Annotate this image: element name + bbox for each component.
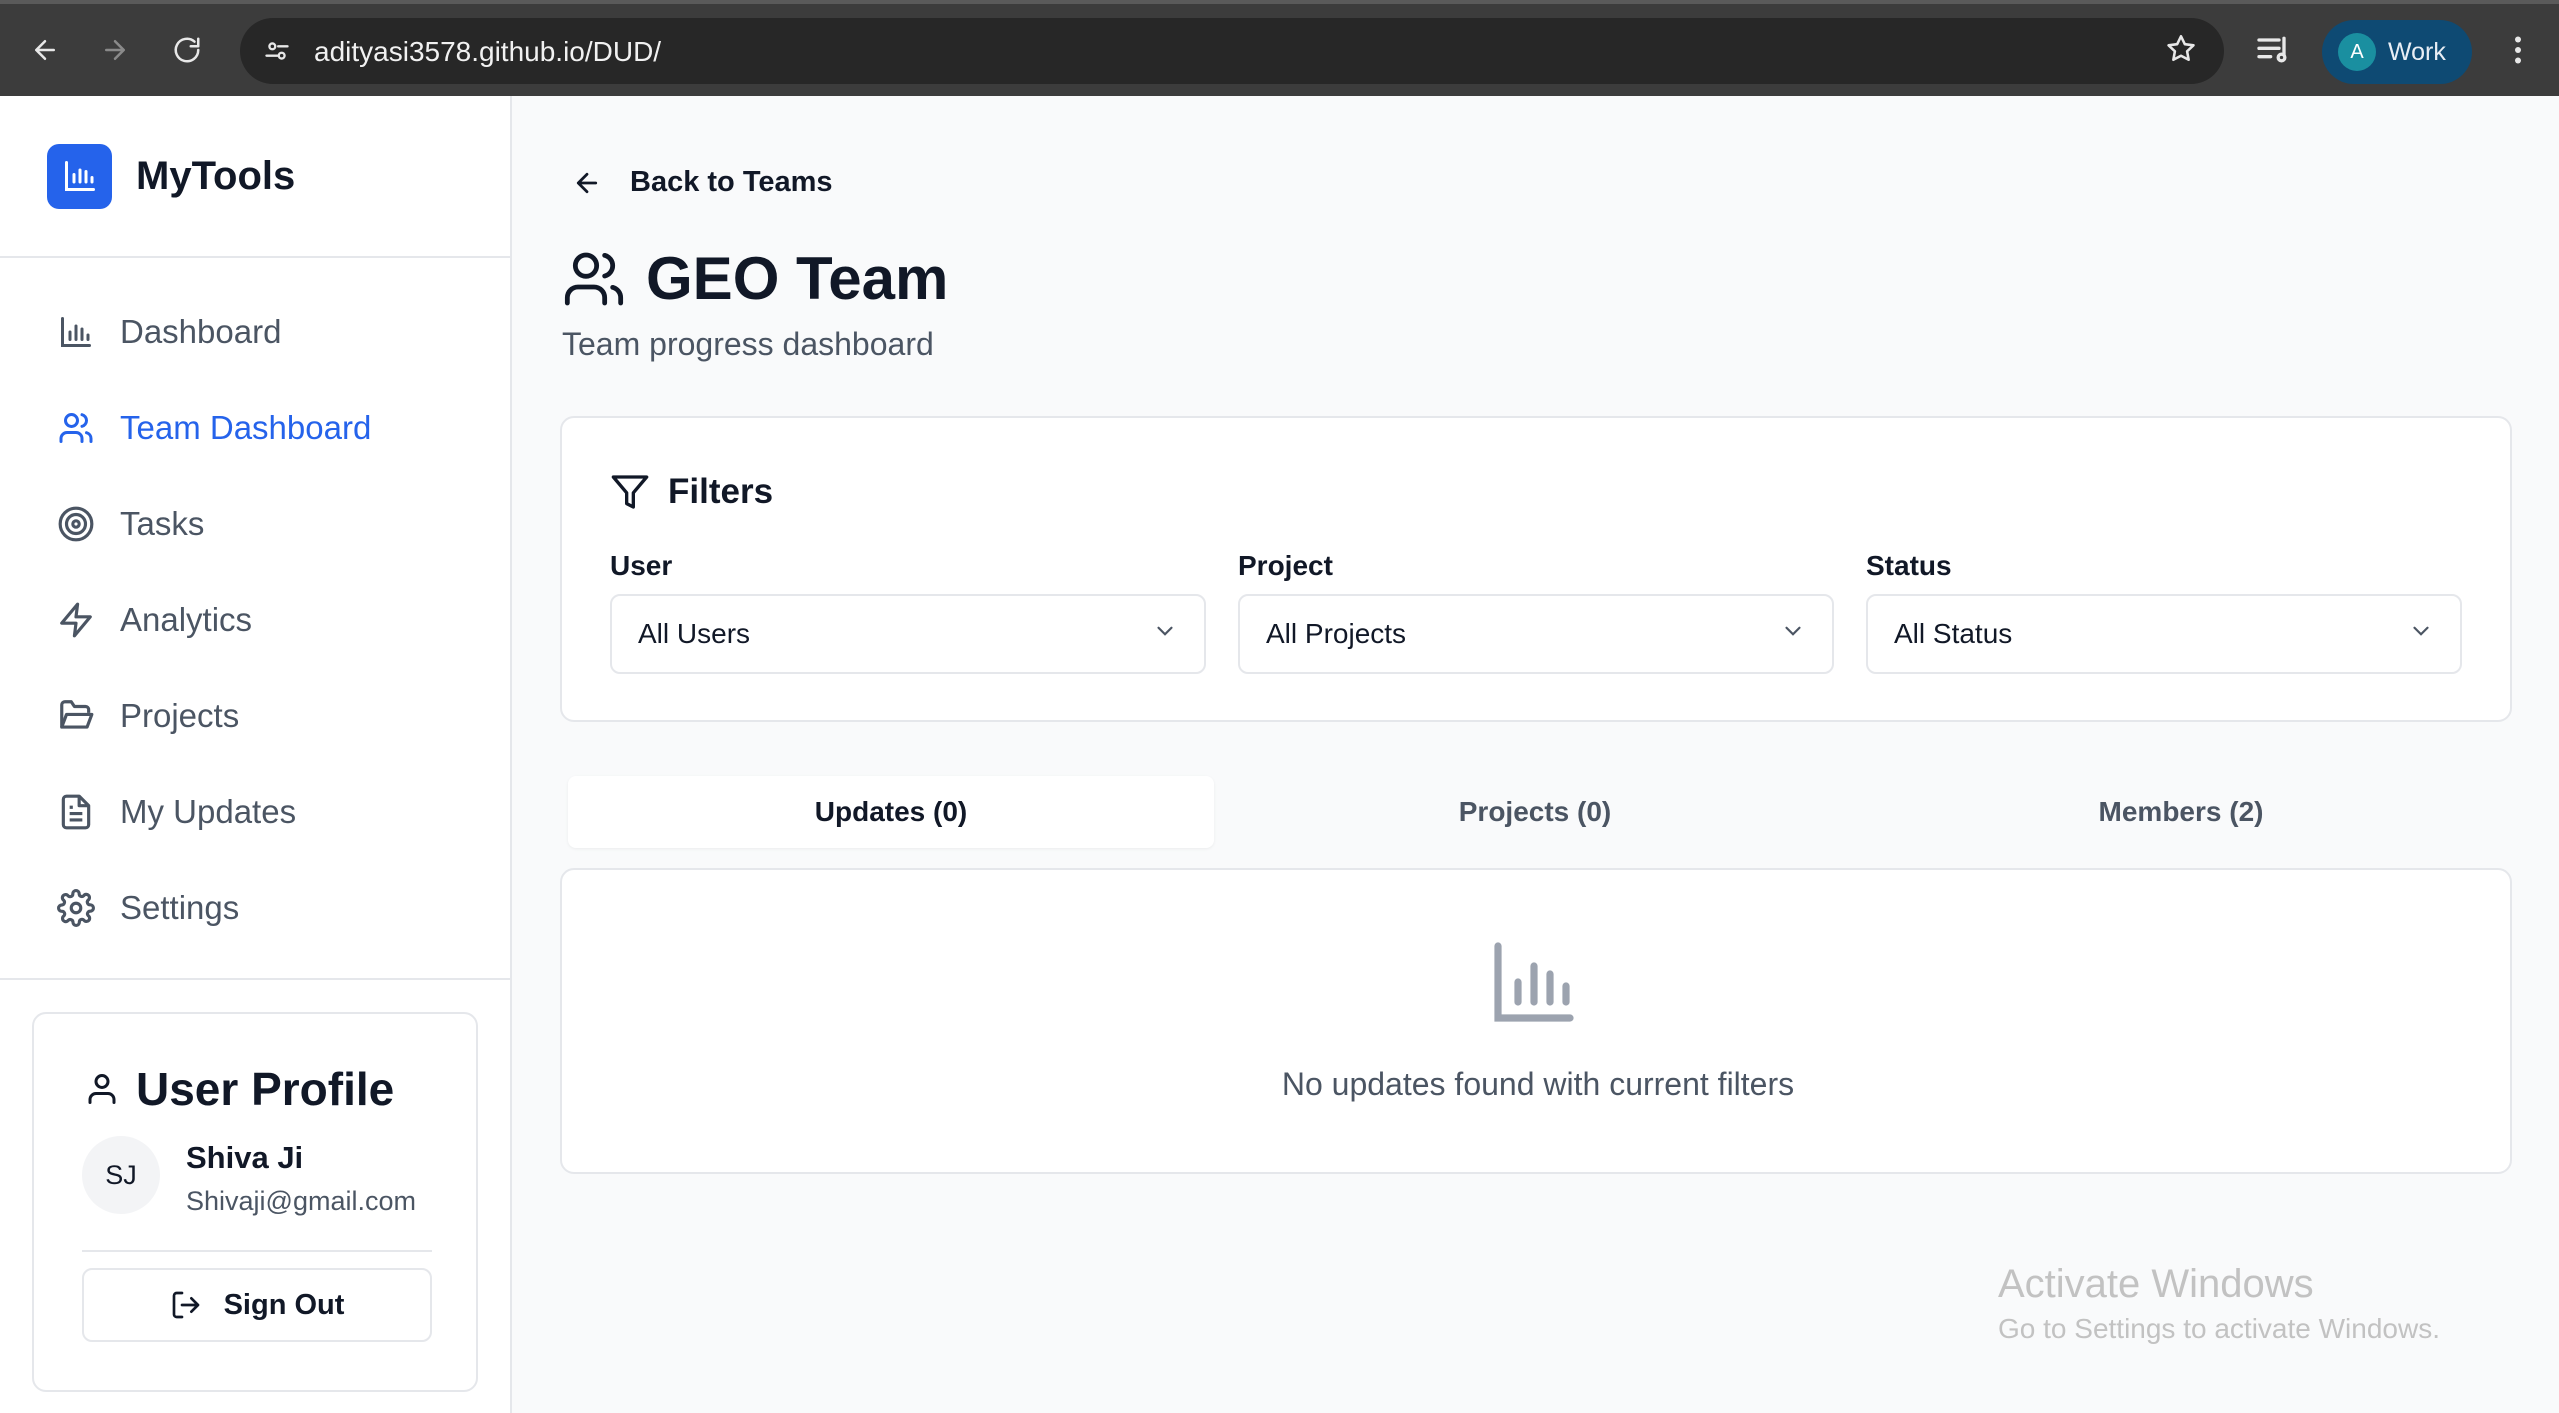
chevron-down-icon <box>2408 618 2434 651</box>
users-icon <box>56 408 96 448</box>
browser-profile-button[interactable]: A Work <box>2322 20 2472 84</box>
profile-divider <box>82 1250 432 1252</box>
page-title: GEO Team <box>562 244 948 313</box>
watermark-title: Activate Windows <box>1998 1262 2314 1306</box>
bar-chart-icon <box>1486 934 1582 1030</box>
sidebar: MyTools Dashboard Team Dashboard Tasks A… <box>0 96 512 1413</box>
sidebar-nav: Dashboard Team Dashboard Tasks Analytics… <box>0 258 510 956</box>
users-icon <box>562 247 626 311</box>
status-filter: Status All Status <box>1866 550 2462 674</box>
tab-updates[interactable]: Updates (0) <box>568 776 1214 848</box>
media-queue-icon[interactable] <box>2254 30 2294 75</box>
file-text-icon <box>56 792 96 832</box>
page-title-text: GEO Team <box>646 245 949 312</box>
settings-icon <box>56 888 96 928</box>
filters-card: Filters User All Users Project All Proje… <box>560 416 2512 722</box>
filter-icon <box>610 472 650 512</box>
sidebar-item-analytics[interactable]: Analytics <box>0 572 510 668</box>
user-profile-title-text: User Profile <box>136 1063 395 1115</box>
brand[interactable]: MyTools <box>0 96 510 258</box>
activate-windows-watermark: Activate Windows Go to Settings to activ… <box>1998 1262 2440 1345</box>
sign-out-button[interactable]: Sign Out <box>82 1268 432 1342</box>
sidebar-item-my-updates[interactable]: My Updates <box>0 764 510 860</box>
status-select[interactable]: All Status <box>1866 594 2462 674</box>
profile-label: Work <box>2388 37 2446 66</box>
filters-title-text: Filters <box>668 472 774 511</box>
more-menu-icon[interactable] <box>2500 28 2536 77</box>
url-text[interactable]: adityasi3578.github.io/DUD/ <box>314 36 661 68</box>
forward-icon[interactable] <box>94 29 136 71</box>
updates-panel: No updates found with current filters <box>560 868 2512 1174</box>
zap-icon <box>56 600 96 640</box>
bar-chart-icon <box>56 312 96 352</box>
back-icon[interactable] <box>24 29 66 71</box>
avatar: SJ <box>82 1136 160 1214</box>
sidebar-item-label: Projects <box>120 697 240 734</box>
target-icon <box>56 504 96 544</box>
sidebar-item-label: Settings <box>120 889 240 926</box>
browser-toolbar: adityasi3578.github.io/DUD/ A Work <box>0 0 2559 96</box>
page-subtitle: Team progress dashboard <box>562 326 934 362</box>
sidebar-item-label: Tasks <box>120 505 205 542</box>
sign-out-label: Sign Out <box>223 1288 345 1321</box>
user-select-value: All Users <box>638 618 751 649</box>
sidebar-item-label: Team Dashboard <box>120 409 372 446</box>
profile-avatar: A <box>2338 33 2376 71</box>
chevron-down-icon <box>1152 618 1178 651</box>
filters-title: Filters <box>610 472 773 512</box>
user-icon <box>84 1069 120 1109</box>
sidebar-item-settings[interactable]: Settings <box>0 860 510 956</box>
address-bar[interactable]: adityasi3578.github.io/DUD/ <box>240 18 2224 84</box>
sidebar-item-label: My Updates <box>120 793 297 830</box>
user-profile-title: User Profile <box>84 1062 394 1116</box>
status-filter-label: Status <box>1866 550 1952 581</box>
site-info-icon[interactable] <box>256 30 298 72</box>
main-content: Back to Teams GEO Team Team progress das… <box>512 96 2559 1413</box>
sidebar-item-projects[interactable]: Projects <box>0 668 510 764</box>
project-filter-label: Project <box>1238 550 1333 581</box>
sidebar-divider <box>0 978 510 980</box>
bar-chart-logo-icon <box>47 143 112 209</box>
watermark-subtitle: Go to Settings to activate Windows. <box>1998 1313 2440 1344</box>
sidebar-item-tasks[interactable]: Tasks <box>0 476 510 572</box>
project-select[interactable]: All Projects <box>1238 594 1834 674</box>
user-name: Shiva Ji <box>186 1140 304 1175</box>
sidebar-item-dashboard[interactable]: Dashboard <box>0 284 510 380</box>
empty-state-message: No updates found with current filters <box>1281 1066 1795 1102</box>
user-email: Shivaji@gmail.com <box>186 1186 416 1216</box>
user-select[interactable]: All Users <box>610 594 1206 674</box>
user-profile-card: User Profile SJ Shiva Ji Shivaji@gmail.c… <box>32 1012 478 1392</box>
brand-name: MyTools <box>136 153 296 198</box>
arrow-left-icon <box>572 168 602 198</box>
tab-members[interactable]: Members (2) <box>1858 776 2504 848</box>
project-filter: Project All Projects <box>1238 550 1834 674</box>
status-select-value: All Status <box>1894 618 2013 649</box>
sidebar-item-team-dashboard[interactable]: Team Dashboard <box>0 380 510 476</box>
bookmark-star-icon[interactable] <box>2164 32 2198 71</box>
sidebar-item-label: Analytics <box>120 601 253 638</box>
tab-projects[interactable]: Projects (0) <box>1212 776 1858 848</box>
reload-icon[interactable] <box>166 29 208 71</box>
folder-open-icon <box>56 696 96 736</box>
chevron-down-icon <box>1780 618 1806 651</box>
tabs-list: Updates (0) Projects (0) Members (2) <box>560 776 2512 860</box>
back-to-teams-button[interactable]: Back to Teams <box>572 166 833 199</box>
back-label: Back to Teams <box>630 166 833 198</box>
user-filter-label: User <box>610 550 673 581</box>
project-select-value: All Projects <box>1266 618 1407 649</box>
sidebar-item-label: Dashboard <box>120 313 282 350</box>
log-out-icon <box>170 1289 202 1321</box>
user-filter: User All Users <box>610 550 1206 674</box>
